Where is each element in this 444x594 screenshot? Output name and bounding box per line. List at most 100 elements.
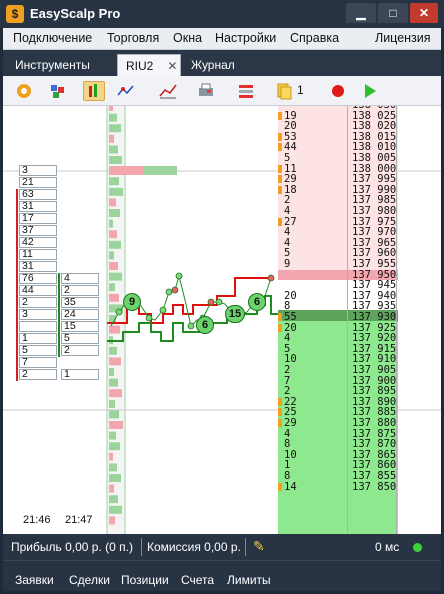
ladder-volume: 2 — [284, 385, 291, 398]
volume-bar — [109, 262, 118, 270]
ladder-volume: 4 — [284, 205, 291, 217]
ladder-row[interactable]: 2 137 905 — [278, 365, 398, 376]
ladder-price: 138 010 — [352, 141, 397, 154]
ladder-price: 137 985 — [352, 194, 397, 207]
latency-label: 0 мс — [375, 540, 400, 554]
tab-accounts[interactable]: Счета — [181, 573, 214, 587]
scalp-window: 9 6 15 6 138 03019138 02520138 02053138 … — [3, 106, 441, 534]
ladder-row[interactable]: 4 137 980 — [278, 206, 398, 217]
volume-bar — [109, 463, 117, 472]
toolbar: 1 — [3, 76, 441, 106]
ladder-volume: 5 — [284, 247, 291, 260]
tab-riu2-label: RIU2 — [126, 59, 154, 73]
title-bar: $ EasyScalp Pro ▁ □ ✕ — [0, 0, 444, 28]
blocks-icon[interactable] — [47, 81, 69, 101]
ladder-price: 137 850 — [352, 480, 397, 493]
volume-bar — [109, 209, 120, 217]
ladder-volume: 9 — [284, 258, 291, 270]
volume-bar — [109, 484, 114, 493]
menu-help[interactable]: Справка — [290, 31, 339, 45]
menu-license[interactable]: Лицензия — [375, 31, 431, 45]
volume-bar — [109, 145, 118, 154]
volume-bar — [109, 283, 115, 292]
cluster-view-icon[interactable] — [83, 81, 105, 101]
menu-windows[interactable]: Окна — [173, 31, 202, 45]
app-logo-icon: $ — [6, 5, 24, 23]
ladder-row[interactable]: 9 137 955 — [278, 259, 398, 270]
orders-copy-icon[interactable] — [273, 81, 295, 101]
volume-bar — [109, 368, 114, 376]
cluster-panel: 3 21 63 31 17 37 42 11 31 76 44 2 3 1 5 7 2 4 2 35 24 15 5 2 1 — [3, 106, 107, 534]
volume-bar — [109, 505, 122, 514]
tab-orders[interactable]: Заявки — [15, 573, 54, 587]
menu-connection[interactable]: Подключение — [13, 31, 92, 45]
ladder-volume: 10 — [284, 353, 297, 366]
tab-deals[interactable]: Сделки — [69, 573, 110, 587]
ladder-volume: 20 — [284, 120, 297, 133]
volume-marker — [278, 482, 282, 491]
ladder-volume: 4 — [284, 226, 291, 239]
volume-marker — [278, 111, 282, 120]
record-stop-icon[interactable] — [327, 81, 349, 101]
ladder-volume: 29 — [284, 417, 297, 429]
tab-riu2[interactable]: RIU2 ✕ — [117, 54, 181, 76]
ladder-volume: 44 — [284, 141, 297, 154]
ladder-volume: 4 — [284, 332, 291, 345]
print-icon[interactable] — [195, 81, 217, 101]
trade-dot — [171, 286, 179, 294]
ladder-volume: 29 — [284, 173, 297, 186]
chart-icon[interactable] — [157, 81, 179, 101]
volume-bar — [109, 325, 120, 334]
status-divider — [141, 538, 142, 556]
levels-icon[interactable] — [235, 81, 257, 101]
minimize-button[interactable]: ▁ — [346, 3, 376, 23]
volume-bar — [109, 516, 115, 525]
play-start-icon[interactable] — [359, 81, 381, 101]
ladder-price: 137 875 — [352, 427, 397, 440]
trade-dot — [159, 306, 167, 314]
volume-bar — [109, 230, 117, 239]
volume-bar — [109, 166, 143, 175]
trade-bubble: 15 — [225, 305, 245, 323]
menu-settings[interactable]: Настройки — [215, 31, 276, 45]
close-window-button[interactable]: ✕ — [410, 3, 438, 23]
ladder-price: 137 890 — [352, 395, 397, 408]
cluster-cell: 2 — [61, 345, 99, 356]
cluster-cell: 4 — [61, 273, 99, 284]
cluster-cell: 44 — [19, 285, 57, 296]
tab-journal[interactable]: Журнал — [183, 54, 243, 76]
ladder-volume: 18 — [284, 183, 297, 196]
volume-bar — [109, 389, 122, 398]
cluster-cell: 21 — [19, 177, 57, 188]
tab-positions[interactable]: Позиции — [121, 573, 169, 587]
volume-marker — [278, 217, 282, 226]
trade-line-icon[interactable] — [115, 81, 137, 101]
broom-clear-icon[interactable]: ✎ — [253, 538, 265, 555]
menu-trading[interactable]: Торговля — [107, 31, 159, 45]
cluster-cell: 31 — [19, 261, 57, 272]
cluster-cell: 24 — [61, 309, 99, 320]
ladder-row[interactable]: 5 138 005 — [278, 153, 398, 164]
settings-gear-icon[interactable] — [13, 81, 35, 101]
ladder-row[interactable]: 14 137 850 — [278, 480, 398, 493]
ladder-row[interactable]: 8 137 855 — [278, 471, 398, 482]
tab-limits[interactable]: Лимиты — [227, 573, 271, 587]
ladder-row[interactable]: 29 137 880 — [278, 418, 398, 429]
cluster-cell: 15 — [61, 321, 99, 332]
ladder-row[interactable]: 55 137 930 — [278, 312, 398, 323]
ladder-volume: 5 — [284, 342, 291, 355]
volume-marker — [278, 419, 282, 427]
ladder-price: 138 005 — [352, 152, 397, 164]
cluster-cell: 17 — [19, 213, 57, 224]
tab-instruments[interactable]: Инструменты — [7, 54, 98, 76]
close-tab-icon[interactable]: ✕ — [167, 59, 177, 73]
volume-marker — [278, 175, 282, 184]
ladder-price: 137 870 — [352, 438, 397, 451]
ladder-price: 137 880 — [352, 417, 397, 429]
profit-label: Прибыль 0,00 р. (0 п.) — [11, 540, 133, 554]
ladder-price: 137 910 — [352, 353, 397, 366]
volume-bar — [109, 187, 123, 196]
volume-bar — [109, 452, 113, 461]
ladder-price: 137 895 — [352, 385, 397, 398]
maximize-button[interactable]: □ — [378, 3, 408, 23]
